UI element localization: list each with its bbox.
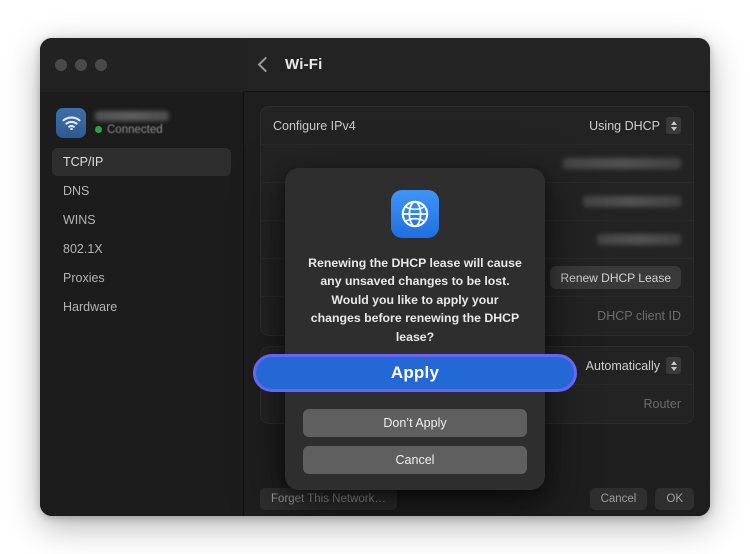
chevron-up-icon [670, 120, 677, 125]
system-settings-window: Wi-Fi Connected TCP/IP DNS WINS 802.1X P… [40, 38, 710, 516]
screenshot-stage: Wi-Fi Connected TCP/IP DNS WINS 802.1X P… [0, 0, 750, 554]
sidebar-item-tcpip[interactable]: TCP/IP [52, 148, 231, 176]
network-meta: Connected [95, 110, 169, 136]
configure-ipv6-selected: Automatically [585, 358, 660, 373]
titlebar-right: Wi-Fi [244, 38, 710, 92]
close-button[interactable] [55, 59, 67, 71]
sidebar-item-wins[interactable]: WINS [52, 206, 231, 234]
configure-ipv6-value[interactable]: Automatically [586, 357, 681, 374]
sidebar-item-label: Hardware [63, 300, 118, 314]
titlebar-left [40, 38, 244, 92]
configure-ipv4-value[interactable]: Using DHCP [589, 117, 681, 134]
sidebar-item-label: 802.1X [63, 242, 103, 256]
sidebar-item-dns[interactable]: DNS [52, 177, 231, 205]
window-titlebar: Wi-Fi [40, 38, 710, 92]
sidebar-item-label: DNS [63, 184, 90, 198]
dhcp-renew-dialog: Renewing the DHCP lease will cause any u… [253, 168, 577, 490]
zoom-button[interactable] [95, 59, 107, 71]
chevron-up-icon [670, 360, 677, 365]
apply-button-wrapper: Apply [253, 354, 577, 392]
minimize-button[interactable] [75, 59, 87, 71]
dialog-buttons: Don’t Apply Cancel [303, 409, 527, 474]
chevron-updown-icon[interactable] [666, 357, 681, 374]
wifi-icon [56, 108, 86, 138]
forget-this-network-button[interactable]: Forget This Network… [260, 488, 397, 510]
network-status: Connected [95, 124, 169, 136]
router-value: Router [643, 397, 681, 411]
apply-button[interactable]: Apply [253, 354, 577, 392]
ok-button[interactable]: OK [655, 488, 694, 510]
sidebar-network-row[interactable]: Connected [52, 102, 231, 148]
sidebar-item-hardware[interactable]: Hardware [52, 293, 231, 321]
globe-icon [391, 190, 439, 238]
row-value-redacted [597, 234, 681, 245]
configure-ipv4-selected: Using DHCP [589, 118, 660, 133]
network-name-redacted [95, 110, 169, 121]
sidebar: Connected TCP/IP DNS WINS 802.1X Proxies… [40, 92, 244, 516]
sidebar-item-8021x[interactable]: 802.1X [52, 235, 231, 263]
chevron-down-icon [670, 126, 677, 131]
sidebar-item-label: TCP/IP [63, 155, 104, 169]
dhcp-client-id-input[interactable]: DHCP client ID [597, 309, 681, 323]
cancel-button[interactable]: Cancel [589, 488, 648, 510]
renew-dhcp-lease-button[interactable]: Renew DHCP Lease [550, 266, 681, 289]
chevron-left-icon[interactable] [257, 56, 274, 73]
dialog-message: Renewing the DHCP lease will cause any u… [308, 256, 522, 344]
page-title: Wi-Fi [285, 56, 323, 73]
configure-ipv4-label: Configure IPv4 [273, 118, 356, 133]
sidebar-item-label: WINS [63, 213, 96, 227]
sidebar-item-label: Proxies [63, 271, 105, 285]
row-value-redacted [583, 196, 681, 207]
dont-apply-button[interactable]: Don’t Apply [303, 409, 527, 437]
chevron-down-icon [670, 366, 677, 371]
row-value-redacted [563, 158, 681, 169]
sidebar-item-proxies[interactable]: Proxies [52, 264, 231, 292]
network-status-label: Connected [107, 123, 163, 136]
chevron-updown-icon[interactable] [666, 117, 681, 134]
configure-ipv4-row[interactable]: Configure IPv4 Using DHCP [261, 107, 693, 145]
status-dot-icon [95, 126, 102, 133]
dialog-cancel-button[interactable]: Cancel [303, 446, 527, 474]
